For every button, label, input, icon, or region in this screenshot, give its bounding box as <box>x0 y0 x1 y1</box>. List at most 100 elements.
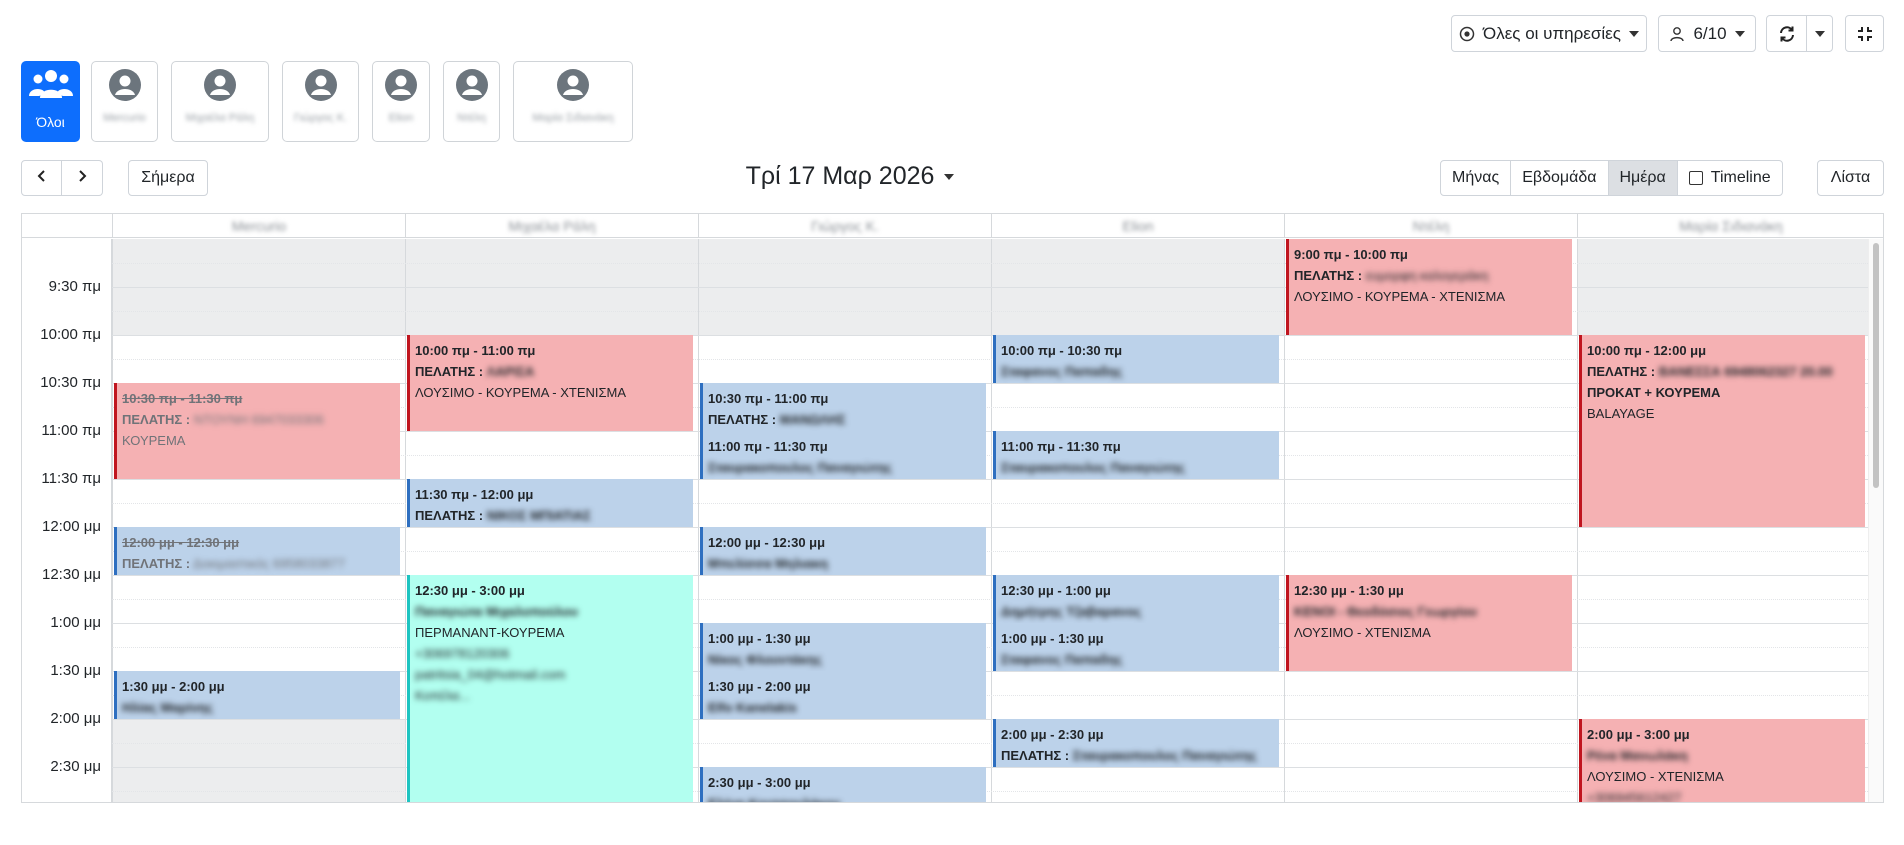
day-calendar: Mercurio Μιχαέλα Ράλη Γιώργος Κ. Elion Ν… <box>21 213 1884 803</box>
refresh-icon <box>1778 25 1796 43</box>
resource-column[interactable] <box>991 239 1284 802</box>
user-avatar-icon <box>203 68 237 102</box>
chevron-down-icon <box>1734 30 1745 37</box>
person-icon <box>1669 26 1685 42</box>
chevron-down-icon <box>1814 30 1825 37</box>
chevron-down-icon <box>944 173 955 180</box>
appointment-event[interactable]: 11:30 πμ - 12:00 μμ ΠΕΛΑΤΗΣ : ΝΙΚΟΣ ΜΠΙΑ… <box>407 479 693 527</box>
resource-header: Ντέλη <box>1284 214 1577 238</box>
resource-header: Μιχαέλα Ράλη <box>405 214 698 238</box>
time-label: 10:30 πμ <box>40 374 101 391</box>
time-label: 2:30 μμ <box>50 758 101 775</box>
scrollbar-thumb[interactable] <box>1873 243 1879 488</box>
appointment-event[interactable]: 1:30 μμ - 2:00 μμ Ηλίας Μαρίνης <box>114 671 400 719</box>
grid-line <box>112 647 1868 648</box>
appointment-event[interactable]: 2:30 μμ - 3:00 μμ Ελένη Κουτσουλάκου <box>700 767 986 802</box>
appointment-event[interactable]: 10:30 πμ - 11:30 πμ ΠΕΛΑΤΗΣ : ΝΤΟΥΝΗ 694… <box>114 383 400 479</box>
next-button[interactable] <box>62 160 103 196</box>
time-gutter: 9:30 πμ 10:00 πμ 10:30 πμ 11:00 πμ 11:30… <box>22 239 112 802</box>
appointment-event[interactable]: 10:30 πμ - 11:00 πμ ΠΕΛΑΤΗΣ : ΜΑΝΩΛΗΣ <box>700 383 986 431</box>
appointment-event[interactable]: 12:30 μμ - 1:00 μμ Δημήτρης Τζαβαρανος <box>993 575 1279 623</box>
staff-filter-item[interactable]: Γιώργος Κ. <box>282 61 359 142</box>
prev-button[interactable] <box>21 160 62 196</box>
exit-fullscreen-button[interactable] <box>1845 15 1884 52</box>
staff-name: Γιώργος Κ. <box>293 112 348 124</box>
staff-name: Μιχαέλα Ράλη <box>185 112 255 124</box>
time-label: 11:00 πμ <box>41 422 101 439</box>
view-timeline-button[interactable]: Timeline <box>1676 160 1783 196</box>
staff-filter-item[interactable]: Elion <box>372 61 430 142</box>
time-label: 1:30 μμ <box>50 662 101 679</box>
staff-name: Μαρία Σιδιανάκη <box>532 112 614 124</box>
resource-header: Μαρία Σιδιανάκη <box>1577 214 1883 238</box>
resource-header-row: Mercurio Μιχαέλα Ράλη Γιώργος Κ. Elion Ν… <box>22 214 1883 238</box>
staff-filter-item[interactable]: Μιχαέλα Ράλη <box>171 61 269 142</box>
date-title-button[interactable]: Τρί 17 Μαρ 2026 <box>700 162 1000 191</box>
user-avatar-icon <box>108 68 142 102</box>
time-grid: 9:30 πμ 10:00 πμ 10:30 πμ 11:00 πμ 11:30… <box>22 239 1883 802</box>
time-label: 12:30 μμ <box>42 566 101 583</box>
today-button[interactable]: Σήμερα <box>128 160 208 196</box>
resource-header: Mercurio <box>112 214 405 238</box>
refresh-options-button[interactable] <box>1806 15 1833 52</box>
staff-filter-item[interactable]: Μαρία Σιδιανάκη <box>513 61 633 142</box>
grid-line <box>112 599 1868 600</box>
time-label: 12:00 μμ <box>42 518 101 535</box>
appointment-event[interactable]: 10:00 πμ - 11:00 πμ ΠΕΛΑΤΗΣ : ΛΑΡΙΣΑ ΛΟΥ… <box>407 335 693 431</box>
resource-header: Elion <box>991 214 1284 238</box>
grid-line <box>112 575 1868 576</box>
view-month-button[interactable]: Μήνας <box>1440 160 1512 196</box>
refresh-button[interactable] <box>1766 15 1807 52</box>
appointment-event[interactable]: 1:30 μμ - 2:00 μμ Elfo Kanelakis <box>700 671 986 719</box>
resource-header: Γιώργος Κ. <box>698 214 991 238</box>
appointment-event[interactable]: 1:00 μμ - 1:30 μμ Νίκος Φλουντάκης <box>700 623 986 671</box>
staff-filter-item[interactable]: Mercurio <box>91 61 158 142</box>
chevron-down-icon <box>1628 30 1639 37</box>
appointment-event[interactable]: 1:00 μμ - 1:30 μμ Σταφανος Παπαδης <box>993 623 1279 671</box>
staff-name: Όλοι <box>36 114 65 130</box>
appointment-event[interactable]: 12:00 μμ - 12:30 μμ Μπελίσσα Μηλιακη <box>700 527 986 575</box>
staff-count-button[interactable]: 6/10 <box>1658 15 1756 52</box>
staff-count-label: 6/10 <box>1693 23 1727 43</box>
grid-line <box>112 263 1868 264</box>
date-title: Τρί 17 Μαρ 2026 <box>745 162 935 190</box>
grid-line <box>112 311 1868 312</box>
staff-filter-item[interactable]: Ντέλη <box>443 61 500 142</box>
staff-name: Mercurio <box>103 112 146 124</box>
appointment-event[interactable]: 2:00 μμ - 2:30 μμ ΠΕΛΑΤΗΣ : Σταυρακοπουλ… <box>993 719 1279 767</box>
view-week-button[interactable]: Εβδομάδα <box>1510 160 1609 196</box>
appointment-event[interactable]: 2:00 μμ - 3:00 μμ Ρένα Μανωλάκη ΛΟΥΣΙΜΟ … <box>1579 719 1865 802</box>
services-filter-label: Όλες οι υπηρεσίες <box>1483 23 1621 43</box>
appointment-event[interactable]: 12:30 μμ - 3:00 μμ Παναγιώτα Μιχαλοπούλο… <box>407 575 693 802</box>
view-day-button[interactable]: Ημέρα <box>1607 160 1678 196</box>
appointment-event[interactable]: 11:00 πμ - 11:30 πμ Σταυρακοπουλος Παναγ… <box>700 431 986 479</box>
compress-icon <box>1857 26 1873 42</box>
staff-name: Ντέλη <box>457 112 486 124</box>
checkbox-icon <box>1688 171 1703 185</box>
appointment-event[interactable]: 11:00 πμ - 11:30 πμ Σταυρακοπουλος Παναγ… <box>993 431 1279 479</box>
appointment-event[interactable]: 9:00 πμ - 10:00 πμ ΠΕΛΑΤΗΣ : ευμορφη καλ… <box>1286 239 1572 335</box>
appointment-event[interactable]: 10:00 πμ - 10:30 πμ Σταφανος Παπαδης <box>993 335 1279 383</box>
user-avatar-icon <box>384 68 418 102</box>
view-timeline-label: Timeline <box>1710 169 1771 186</box>
time-label: 2:00 μμ <box>50 710 101 727</box>
vertical-scrollbar[interactable] <box>1868 239 1883 802</box>
users-icon <box>28 68 73 102</box>
staff-filter-all[interactable]: Όλοι <box>21 61 80 142</box>
view-switcher: Μήνας Εβδομάδα Ημέρα Timeline <box>1440 160 1783 196</box>
appointment-event[interactable]: 10:00 πμ - 12:00 μμ ΠΕΛΑΤΗΣ : ΒΑΝΕΣΣΑ 69… <box>1579 335 1865 527</box>
chevron-right-icon <box>76 169 88 188</box>
user-avatar-icon <box>455 68 489 102</box>
target-icon <box>1459 26 1475 42</box>
appointment-event[interactable]: 12:30 μμ - 1:30 μμ ΚΕΝΟΙ - Θεοδόσιος Γεω… <box>1286 575 1572 671</box>
user-avatar-icon <box>304 68 338 102</box>
view-list-button[interactable]: Λίστα <box>1817 160 1884 196</box>
time-label: 11:30 πμ <box>41 470 101 487</box>
time-label: 10:00 πμ <box>40 326 101 343</box>
staff-name: Elion <box>388 112 414 124</box>
services-filter-button[interactable]: Όλες οι υπηρεσίες <box>1451 15 1647 52</box>
grid-line <box>112 287 1868 288</box>
user-avatar-icon <box>556 68 590 102</box>
time-label: 1:00 μμ <box>50 614 101 631</box>
appointment-event[interactable]: 12:00 μμ - 12:30 μμ ΠΕΛΑΤΗΣ : Δοκιμαστικ… <box>114 527 400 575</box>
